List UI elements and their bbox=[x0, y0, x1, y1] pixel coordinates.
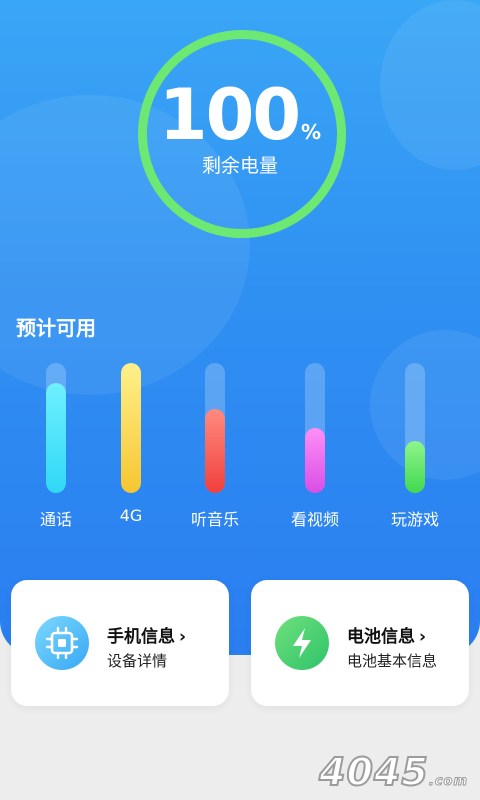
usage-bar-music bbox=[205, 363, 225, 493]
usage-bar-game bbox=[405, 363, 425, 493]
watermark-suffix: .com bbox=[428, 774, 468, 790]
site-watermark: 4045.com bbox=[318, 749, 468, 795]
usage-bar-4g-fill bbox=[121, 363, 141, 493]
battery-info-subtitle: 电池基本信息 bbox=[347, 652, 438, 670]
estimate-title: 预计可用 bbox=[16, 316, 96, 340]
usage-bar-video-fill bbox=[305, 428, 325, 493]
lightning-icon bbox=[275, 616, 329, 670]
battery-remaining-label: 剩余电量 bbox=[201, 155, 278, 177]
usage-bar-call bbox=[46, 363, 66, 493]
usage-label-4g: 4G bbox=[119, 506, 143, 525]
usage-bar-4g bbox=[121, 363, 141, 493]
chevron-right-icon: › bbox=[419, 627, 427, 647]
phone-info-title-text: 手机信息 bbox=[107, 627, 175, 647]
battery-info-card[interactable]: 电池信息 › 电池基本信息 bbox=[251, 580, 469, 706]
chevron-right-icon: › bbox=[179, 627, 187, 647]
decor-bubble bbox=[370, 330, 480, 480]
usage-bar-call-fill bbox=[46, 382, 66, 493]
usage-bar-music-fill bbox=[205, 408, 225, 493]
phone-info-subtitle: 设备详情 bbox=[107, 652, 168, 670]
battery-percent-value: 100 bbox=[158, 74, 301, 156]
usage-bar-video bbox=[305, 363, 325, 493]
usage-label-game: 玩游戏 bbox=[390, 510, 439, 529]
phone-info-card[interactable]: 手机信息 › 设备详情 bbox=[11, 580, 229, 706]
battery-hero: 100% 剩余电量 预计可用 通话 4G 听音乐 看视频 玩游戏 bbox=[0, 0, 480, 655]
usage-label-music: 听音乐 bbox=[190, 510, 239, 529]
phone-info-title: 手机信息 › bbox=[107, 622, 186, 647]
chip-icon bbox=[35, 616, 89, 670]
watermark-text: 4045 bbox=[318, 749, 429, 795]
battery-info-title: 电池信息 › bbox=[347, 622, 426, 647]
usage-label-video: 看视频 bbox=[290, 510, 339, 529]
battery-percent: 100% bbox=[0, 80, 480, 150]
battery-percent-unit: % bbox=[301, 120, 322, 144]
usage-bar-game-fill bbox=[405, 441, 425, 493]
battery-info-title-text: 电池信息 bbox=[347, 627, 415, 647]
